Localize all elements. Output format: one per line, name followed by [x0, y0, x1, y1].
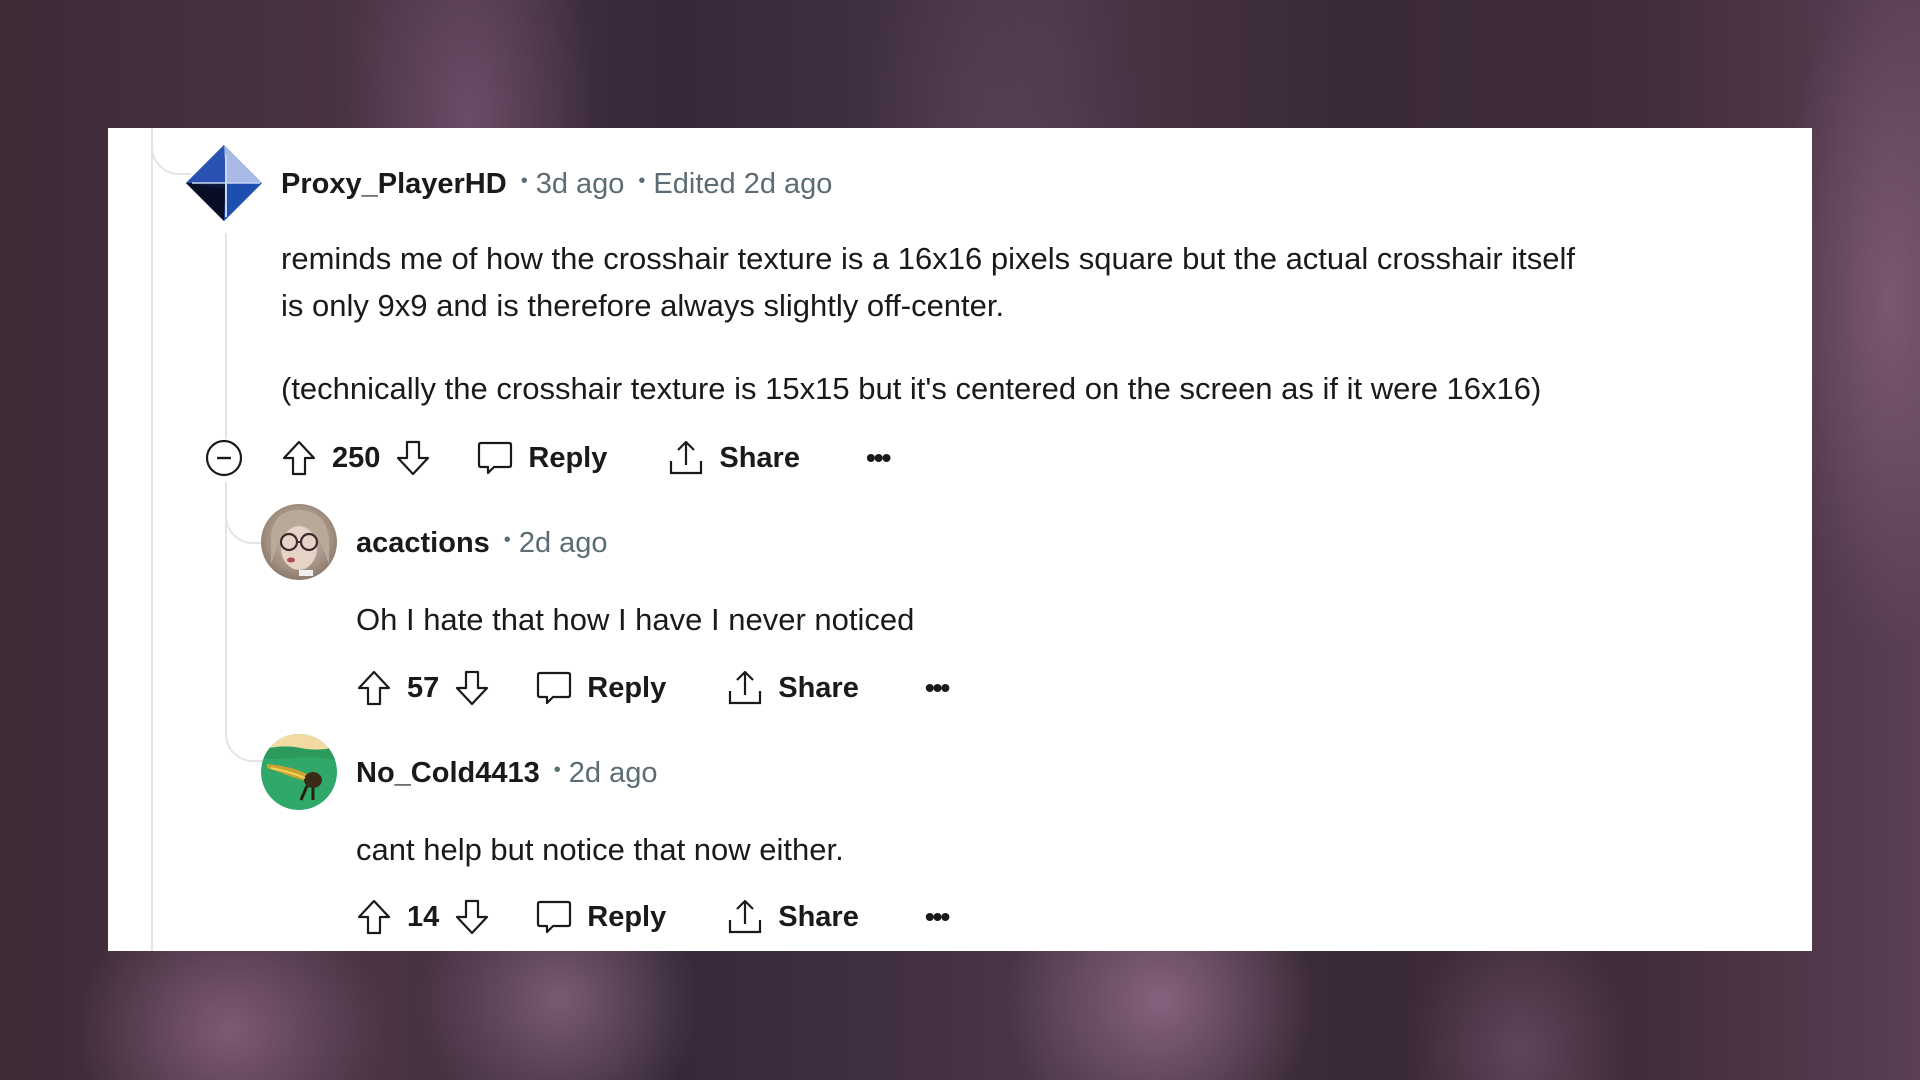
reply-body: Oh I hate that how I have I never notice… — [356, 596, 914, 643]
reply-username[interactable]: acactions — [356, 527, 490, 560]
comment-bubble-icon — [478, 441, 513, 475]
anime-girl-avatar-icon — [271, 510, 329, 576]
reply-label: Reply — [587, 671, 667, 704]
parent-thread-line[interactable] — [151, 128, 153, 951]
share-button[interactable]: Share — [667, 439, 800, 477]
reply-button[interactable]: Reply — [535, 898, 666, 936]
comment-header: Proxy_PlayerHD • 3d ago • Edited 2d ago — [281, 164, 832, 204]
reply-avatar[interactable] — [261, 504, 337, 580]
upvote-button[interactable] — [355, 898, 393, 936]
collapse-minus-icon — [205, 439, 243, 477]
reply-button[interactable]: Reply — [476, 439, 607, 477]
downvote-arrow-icon — [397, 440, 430, 476]
comment-action-bar: 250 Reply Share ••• — [280, 436, 891, 480]
vote-count: 57 — [407, 671, 440, 704]
reply-timestamp[interactable]: 2d ago — [569, 757, 658, 789]
share-upload-icon — [729, 670, 762, 705]
collapse-thread-button[interactable] — [205, 439, 243, 477]
reply-button[interactable]: Reply — [535, 669, 666, 707]
downvote-arrow-icon — [456, 899, 489, 935]
vote-count: 14 — [407, 900, 440, 933]
downvote-arrow-icon — [456, 670, 489, 706]
share-upload-icon — [670, 440, 703, 475]
comment-bubble-icon — [537, 900, 572, 934]
comment-body-line: reminds me of how the crosshair texture … — [281, 241, 1576, 276]
comment-username[interactable]: Proxy_PlayerHD — [281, 168, 507, 201]
reply-meta: • 2d ago — [540, 757, 658, 790]
comment-body-line: (technically the crosshair texture is 15… — [281, 371, 1542, 406]
separator-dot: • — [553, 759, 561, 782]
comment-bubble-icon — [537, 671, 572, 705]
reply-avatar[interactable] — [261, 734, 337, 810]
reply-header: No_Cold4413 • 2d ago — [356, 753, 657, 793]
edited-label: Edited 2d ago — [653, 167, 833, 200]
vote-count: 250 — [332, 441, 381, 474]
reply-timestamp[interactable]: 2d ago — [519, 527, 608, 559]
upvote-arrow-icon — [357, 670, 391, 706]
downvote-button[interactable] — [453, 898, 491, 936]
reply-action-bar: 57 Reply Share ••• — [355, 666, 950, 710]
reply-connector — [225, 482, 265, 544]
comment-body-line: is only 9x9 and is therefore always slig… — [281, 288, 1005, 323]
share-label: Share — [719, 441, 800, 474]
more-options-button[interactable]: ••• — [925, 901, 950, 933]
comment-timestamp[interactable]: 3d ago — [536, 168, 625, 200]
separator-dot: • — [638, 170, 646, 193]
separator-dot: • — [503, 529, 511, 552]
comment-body: reminds me of how the crosshair texture … — [281, 235, 1575, 412]
reply-username[interactable]: No_Cold4413 — [356, 757, 540, 790]
reply-meta: • 2d ago — [490, 527, 608, 560]
reply-header: acactions • 2d ago — [356, 523, 608, 563]
reply-body: cant help but notice that now either. — [356, 826, 844, 873]
downvote-button[interactable] — [453, 669, 491, 707]
comment-thread-card: Proxy_PlayerHD • 3d ago • Edited 2d ago rem… — [108, 128, 1812, 951]
upvote-arrow-icon — [282, 440, 316, 476]
share-button[interactable]: Share — [726, 898, 859, 936]
reply-body-line: Oh I hate that how I have I never notice… — [356, 602, 915, 637]
share-button[interactable]: Share — [726, 669, 859, 707]
reply-connector — [225, 688, 265, 762]
downvote-button[interactable] — [394, 439, 432, 477]
reply-action-bar: 14 Reply Share ••• — [355, 895, 950, 939]
more-options-button[interactable]: ••• — [866, 442, 891, 474]
more-options-button[interactable]: ••• — [925, 672, 950, 704]
upvote-button[interactable] — [355, 669, 393, 707]
share-label: Share — [778, 671, 859, 704]
reply-body-line: cant help but notice that now either. — [356, 832, 844, 867]
dragonfly-avatar-icon — [261, 734, 337, 801]
thread-connector — [151, 128, 191, 175]
separator-dot: • — [520, 170, 528, 193]
diamond-avatar-icon — [186, 145, 262, 221]
comment-meta: • 3d ago • Edited 2d ago — [507, 168, 833, 201]
share-label: Share — [778, 900, 859, 933]
share-upload-icon — [729, 899, 762, 934]
comment-thread-line[interactable] — [225, 233, 227, 439]
comment-avatar[interactable] — [186, 145, 262, 221]
upvote-arrow-icon — [357, 899, 391, 935]
reply-label: Reply — [528, 441, 608, 474]
upvote-button[interactable] — [280, 439, 318, 477]
reply-label: Reply — [587, 900, 667, 933]
